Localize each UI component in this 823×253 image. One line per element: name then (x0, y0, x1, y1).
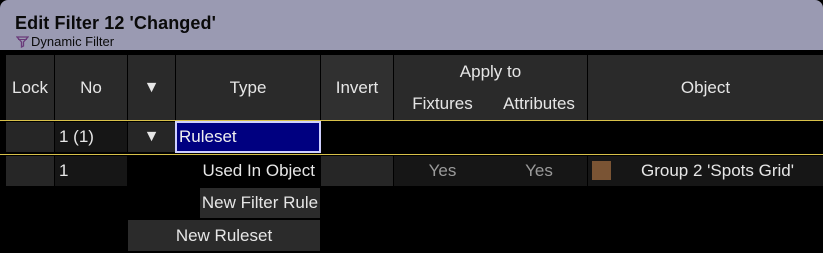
window-title-bar[interactable]: Edit Filter 12 'Changed' Dynamic Filter (0, 0, 823, 50)
ruleset-no-cell[interactable]: 1 (1) (55, 122, 127, 152)
filter-icon (16, 36, 29, 48)
rule-object-text: Group 2 'Spots Grid' (641, 161, 794, 180)
rule-invert-cell[interactable] (321, 156, 393, 186)
rule-no-cell[interactable]: 1 (55, 156, 127, 186)
filter-type-label: Dynamic Filter (16, 34, 114, 49)
column-header-fixtures[interactable]: Fixtures (394, 88, 491, 120)
rule-fixtures-cell[interactable]: Yes (394, 156, 491, 186)
column-header-apply-to: Apply to (394, 55, 587, 88)
column-header-invert[interactable]: Invert (321, 55, 393, 120)
column-header-lock[interactable]: Lock (6, 55, 54, 120)
object-color-swatch (592, 161, 611, 180)
new-ruleset-button[interactable]: New Ruleset (128, 220, 320, 251)
column-header-type[interactable]: Type (176, 55, 320, 120)
rule-attributes-cell[interactable]: Yes (491, 156, 587, 186)
header-separator (0, 120, 823, 121)
window-title: Edit Filter 12 'Changed' (15, 13, 216, 33)
ruleset-type-selected-cell[interactable]: Ruleset (175, 121, 321, 153)
rule-lock-cell[interactable] (6, 156, 54, 186)
row-separator (0, 154, 823, 155)
new-filter-rule-button[interactable]: New Filter Rule (200, 188, 320, 218)
column-header-expand-icon[interactable]: ▼ (128, 55, 175, 120)
ruleset-lock-cell[interactable] (6, 122, 54, 152)
ruleset-expand-icon[interactable]: ▼ (128, 122, 175, 152)
column-header-attributes[interactable]: Attributes (491, 88, 587, 120)
rule-object-cell[interactable]: Group 2 'Spots Grid' (588, 156, 823, 186)
column-header-object[interactable]: Object (588, 55, 823, 120)
rule-type-cell[interactable]: Used In Object (176, 156, 320, 186)
column-header-no[interactable]: No (55, 55, 127, 120)
filter-type-text: Dynamic Filter (31, 34, 115, 49)
